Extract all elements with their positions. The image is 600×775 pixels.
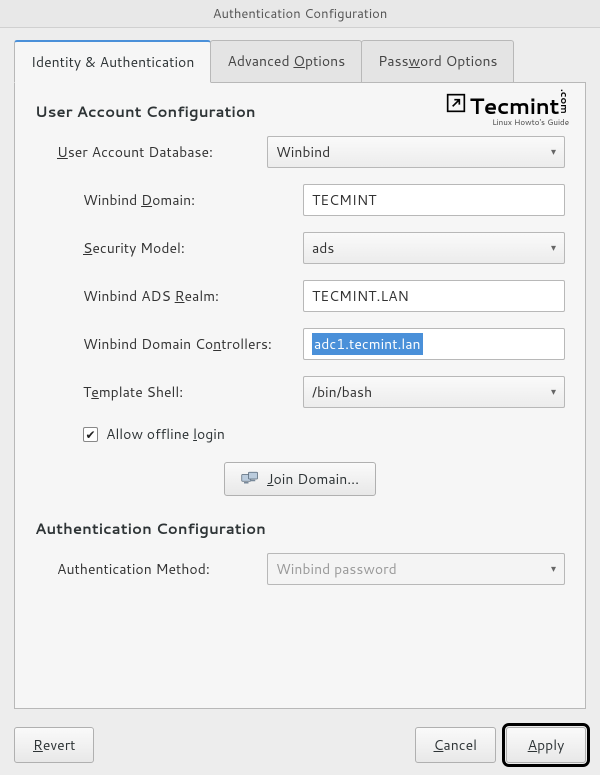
label-ads-realm: Winbind ADS Realm: <box>83 286 303 306</box>
tecmint-logo: Tecmint.com Linux Howto's Guide <box>446 89 569 126</box>
apply-button[interactable]: Apply <box>506 727 586 763</box>
section-auth-config: Authentication Configuration <box>35 518 565 539</box>
label-domain-controllers: Winbind Domain Controllers: <box>83 334 303 354</box>
tab-password[interactable]: Password Options <box>361 40 514 82</box>
tab-panel-identity: Tecmint.com Linux Howto's Guide User Acc… <box>14 83 586 709</box>
label-allow-offline: Allow offline login <box>106 424 225 444</box>
select-auth-method: Winbind password ▾ <box>267 553 565 585</box>
revert-button[interactable]: Revert <box>14 727 94 763</box>
chevron-down-icon: ▾ <box>551 241 556 255</box>
input-ads-realm[interactable]: TECMINT.LAN <box>303 280 565 312</box>
checkbox-allow-offline[interactable]: ✔ <box>83 427 98 442</box>
tab-identity[interactable]: Identity & Authentication <box>14 40 211 83</box>
label-security-model: Security Model: <box>83 238 303 258</box>
label-template-shell: Template Shell: <box>83 382 303 402</box>
tab-advanced[interactable]: Advanced Options <box>210 40 362 82</box>
select-user-db[interactable]: Winbind ▾ <box>267 136 565 168</box>
label-winbind-domain: Winbind Domain: <box>83 190 303 210</box>
input-domain-controllers[interactable]: adc1.tecmint.lan <box>303 328 565 360</box>
cancel-button[interactable]: Cancel <box>415 727 497 763</box>
action-bar: Revert Cancel Apply <box>0 717 600 775</box>
logo-arrow-icon <box>446 93 466 113</box>
chevron-down-icon: ▾ <box>551 562 556 576</box>
label-user-db: User Account Database: <box>57 142 267 162</box>
chevron-down-icon: ▾ <box>551 145 556 159</box>
select-security-model[interactable]: ads ▾ <box>303 232 565 264</box>
label-auth-method: Authentication Method: <box>57 559 267 579</box>
tab-bar: Identity & Authentication Advanced Optio… <box>14 40 586 83</box>
input-winbind-domain[interactable]: TECMINT <box>303 184 565 216</box>
computers-icon <box>241 471 259 487</box>
window-title: Authentication Configuration <box>0 0 600 28</box>
select-template-shell[interactable]: /bin/bash ▾ <box>303 376 565 408</box>
join-domain-button[interactable]: Join Domain... <box>224 462 376 496</box>
chevron-down-icon: ▾ <box>551 385 556 399</box>
